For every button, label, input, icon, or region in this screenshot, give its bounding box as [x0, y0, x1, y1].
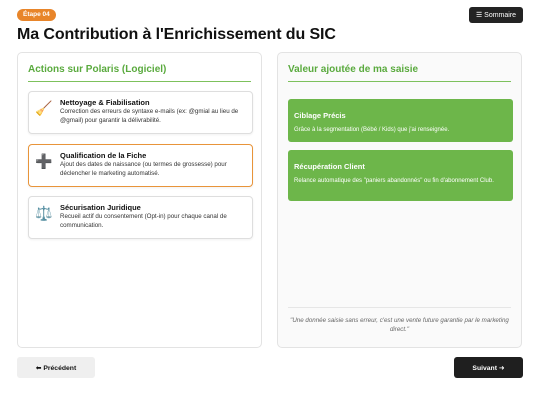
value-panel: Valeur ajoutée de ma saisie Ciblage Préc… — [277, 52, 522, 348]
action-card-qualification: ➕ Qualification de la Fiche Ajout des da… — [28, 144, 253, 187]
page-title: Ma Contribution à l'Enrichissement du SI… — [17, 26, 336, 43]
value-card-desc: Grâce à la segmentation (Bébé / Kids) qu… — [294, 127, 450, 133]
next-button[interactable]: Suivant ➜ — [454, 357, 523, 378]
action-card-desc: Recueil actif du consentement (Opt-in) p… — [60, 213, 227, 229]
action-card-desc: Correction des erreurs de syntaxe e-mail… — [60, 108, 239, 124]
action-card-title: Qualification de la Fiche — [60, 151, 147, 160]
action-card-title: Nettoyage & Fiabilisation — [60, 98, 150, 107]
previous-button[interactable]: ⬅ Précédent — [17, 357, 95, 378]
scales-icon: ⚖️ — [35, 204, 53, 221]
value-card-ciblage: Ciblage Précis Grâce à la segmentation (… — [288, 99, 513, 142]
broom-icon: 🧹 — [35, 99, 53, 116]
plus-icon: ➕ — [35, 152, 53, 169]
value-card-recuperation: Récupération Client Relance automatique … — [288, 150, 513, 201]
actions-panel: Actions sur Polaris (Logiciel) 🧹 Nettoya… — [17, 52, 262, 348]
action-card-desc: Ajout des dates de naissance (ou termes … — [60, 161, 227, 177]
action-card-title: Sécurisation Juridique — [60, 203, 141, 212]
action-card-nettoyage: 🧹 Nettoyage & Fiabilisation Correction d… — [28, 91, 253, 134]
value-card-desc: Relance automatique des "paniers abandon… — [294, 178, 494, 184]
action-card-securisation: ⚖️ Sécurisation Juridique Recueil actif … — [28, 196, 253, 239]
actions-panel-heading: Actions sur Polaris (Logiciel) — [28, 64, 251, 82]
value-card-title: Ciblage Précis — [294, 111, 346, 120]
summary-button[interactable]: ☰ Sommaire — [469, 7, 523, 23]
quote-text: "Une donnée saisie sans erreur, c'est un… — [288, 307, 511, 334]
value-panel-heading: Valeur ajoutée de ma saisie — [288, 64, 511, 82]
step-badge: Étape 04 — [17, 9, 56, 21]
value-card-title: Récupération Client — [294, 162, 365, 171]
